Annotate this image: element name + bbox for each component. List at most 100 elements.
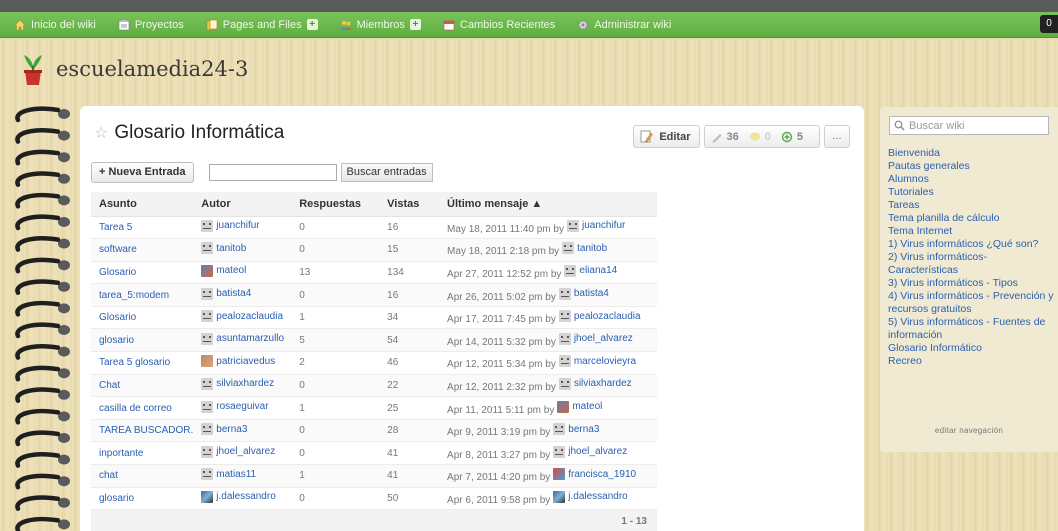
row-author[interactable]: matias11 [193, 464, 292, 488]
row-subject-link[interactable]: glosario [91, 328, 194, 353]
edit-button[interactable]: Editar [633, 125, 700, 148]
row-views: 15 [379, 238, 440, 262]
last-message-user[interactable]: mateol [557, 400, 602, 413]
last-message-user[interactable]: silviaxhardez [558, 377, 632, 390]
comments-stat[interactable]: 0 [749, 131, 771, 143]
last-message-date: Apr 17, 2011 7:45 pm [447, 314, 543, 326]
page-title: Glosario Informática [114, 122, 285, 143]
sidebar-nav-item[interactable]: Bienvenida [888, 147, 1056, 160]
row-subject-link[interactable]: Tarea 5 [91, 216, 194, 240]
sidebar-nav-item[interactable]: Tareas [888, 199, 1056, 212]
nav-item-pages-and-files[interactable]: Pages and Files + [206, 19, 318, 31]
last-message-user[interactable]: juanchifur [566, 219, 625, 232]
row-subject-link[interactable]: glosario [91, 487, 194, 511]
wiki-name[interactable]: escuelamedia24-3 [56, 57, 248, 81]
sidebar-nav-item[interactable]: Tema Internet [888, 225, 1056, 238]
last-user-name: francisca_1910 [568, 468, 637, 480]
last-message-user[interactable]: jhoel_alvarez [553, 445, 627, 458]
row-author[interactable]: batista4 [193, 283, 292, 307]
notification-counter[interactable]: 0 [1040, 15, 1058, 33]
last-message-user[interactable]: tanitob [562, 242, 608, 255]
row-subject-link[interactable]: tarea_5:modem [91, 283, 194, 307]
last-message-user[interactable]: pealozaclaudia [558, 310, 641, 323]
sidebar-nav-item[interactable]: Alumnos [888, 173, 1056, 186]
sidebar-nav-item[interactable]: 2) Virus informáticos-Características [888, 251, 1056, 277]
sidebar-nav-item[interactable]: Tutoriales [888, 186, 1056, 199]
edit-navigation-link[interactable]: editar navegación [880, 426, 1058, 435]
header-views[interactable]: Vistas [379, 192, 440, 217]
last-message-date: Apr 9, 2011 3:19 pm [447, 427, 537, 439]
more-actions-button[interactable]: ... [824, 125, 850, 148]
sidebar-nav-item[interactable]: 4) Virus informáticos - Prevención y rec… [888, 290, 1056, 316]
row-author[interactable]: asuntamarzullo [193, 328, 292, 353]
revisions-icon [712, 133, 721, 142]
row-author[interactable]: mateol [193, 261, 292, 285]
header-subject[interactable]: Asunto [91, 192, 194, 217]
row-author[interactable]: tanitob [193, 238, 292, 262]
last-user-name: batista4 [573, 288, 609, 300]
table-row: Tarea 5 juanchifur 0 16 May 18, 2011 11:40 p… [91, 216, 657, 240]
row-replies: 2 [291, 351, 380, 375]
last-message-user[interactable]: marcelovieyra [558, 355, 636, 368]
row-subject-link[interactable]: software [91, 238, 194, 262]
row-author[interactable]: jhoel_alvarez [193, 441, 292, 466]
row-subject-link[interactable]: chat [91, 464, 194, 488]
row-replies: 1 [291, 464, 380, 488]
spiral-ring [15, 365, 70, 382]
nav-item-manage-wiki[interactable]: Administrar wiki [577, 19, 671, 31]
row-author[interactable]: patriciavedus [193, 351, 292, 375]
row-subject-link[interactable]: casilla de correo [91, 396, 194, 420]
row-author[interactable]: pealozaclaudia [193, 306, 292, 330]
row-views: 41 [379, 441, 440, 466]
row-subject-link[interactable]: Tarea 5 glosario [91, 351, 194, 375]
nav-item-label: Pages and Files [222, 18, 302, 31]
add-member-plus-icon[interactable]: + [409, 19, 421, 30]
favorite-star-icon[interactable]: ☆ [94, 123, 108, 143]
spiral-ring [15, 408, 70, 425]
row-subject-link[interactable]: Chat [91, 374, 194, 398]
row-author[interactable]: rosaeguivar [193, 396, 292, 420]
author-name: berna3 [216, 423, 248, 435]
search-entries-button[interactable]: Buscar entradas [340, 163, 433, 182]
sidebar-nav-item[interactable]: 1) Virus informáticos ¿Qué son? [888, 238, 1056, 251]
search-entries-input[interactable] [208, 164, 337, 181]
last-message-user[interactable]: batista4 [558, 287, 609, 300]
row-subject-link[interactable]: TAREA BUSCADOR. [91, 419, 194, 443]
row-subject-link[interactable]: Glosario [91, 306, 194, 330]
row-subject-link[interactable]: Glosario [91, 261, 194, 285]
header-author[interactable]: Autor [193, 192, 292, 217]
sidebar-nav-item[interactable]: Pautas generales [888, 160, 1056, 173]
last-user-name: tanitob [577, 242, 608, 254]
row-author[interactable]: silviaxhardez [193, 374, 292, 398]
avatar [558, 287, 571, 300]
wiki-search-input[interactable]: Buscar wiki [889, 116, 1049, 135]
row-subject-link[interactable]: inportante [91, 441, 194, 466]
sidebar-nav-item[interactable]: Recreo [888, 355, 1056, 368]
sidebar-nav-item[interactable]: Tema planilla de cálculo [888, 212, 1056, 225]
last-message-user[interactable]: francisca_1910 [553, 468, 637, 481]
last-message-user[interactable]: eliana14 [564, 264, 617, 277]
header-last-message[interactable]: Último mensaje ▲ [439, 192, 657, 217]
nav-item-recent-changes[interactable]: Cambios Recientes [443, 19, 555, 31]
last-message-user[interactable]: j.dalessandro [553, 490, 628, 503]
sidebar-nav-item[interactable]: 3) Virus informáticos - Tipos [888, 277, 1056, 290]
nav-item-home[interactable]: Inicio del wiki [14, 19, 96, 31]
row-last-message: Apr 12, 2011 5:34 pm by marcelovieyra [439, 351, 657, 375]
row-author[interactable]: juanchifur [193, 216, 292, 240]
followers-stat[interactable]: 5 [781, 131, 803, 143]
new-entry-button[interactable]: + Nueva Entrada [91, 162, 194, 183]
last-message-user[interactable]: berna3 [553, 423, 599, 436]
nav-item-members[interactable]: Miembros + [340, 19, 421, 31]
nav-item-projects[interactable]: Proyectos [118, 19, 184, 31]
add-page-plus-icon[interactable]: + [306, 19, 318, 30]
row-author[interactable]: berna3 [193, 419, 292, 443]
last-message-user[interactable]: jhoel_alvarez [558, 332, 633, 345]
sidebar-nav-item[interactable]: Glosario Informático [888, 342, 1056, 355]
revisions-stat[interactable]: 36 [711, 131, 739, 143]
plant-logo-icon[interactable] [22, 52, 44, 86]
row-replies: 0 [291, 441, 380, 466]
row-author[interactable]: j.dalessandro [193, 487, 292, 511]
discussion-table: Asunto Autor Respuestas Vistas Último me… [91, 192, 657, 531]
sidebar-nav-item[interactable]: 5) Virus informáticos - Fuentes de infor… [888, 316, 1056, 342]
header-replies[interactable]: Respuestas [291, 192, 380, 217]
